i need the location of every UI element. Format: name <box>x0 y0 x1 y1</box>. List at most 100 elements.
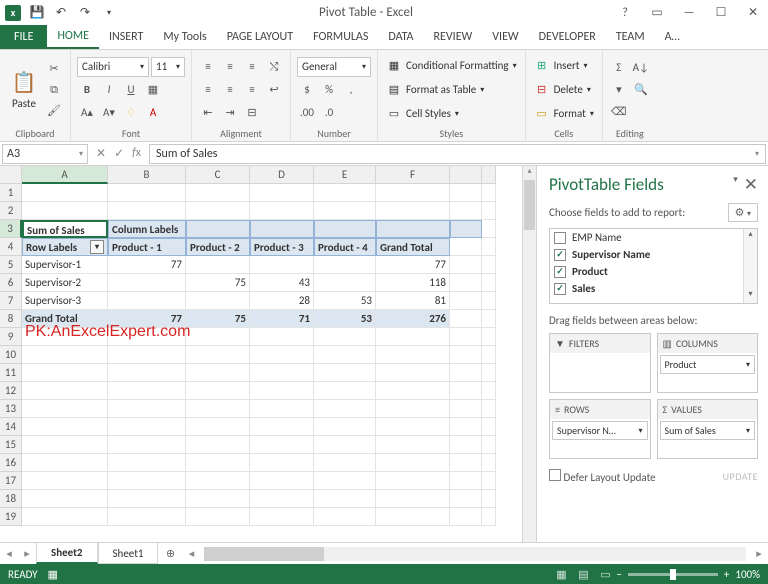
cell[interactable] <box>314 256 376 274</box>
cell[interactable] <box>314 328 376 346</box>
cell[interactable] <box>186 220 250 238</box>
cell[interactable] <box>186 382 250 400</box>
cell[interactable] <box>376 220 450 238</box>
defer-checkbox[interactable] <box>549 469 561 481</box>
field-checkbox[interactable]: ✓ <box>554 266 566 278</box>
cell[interactable] <box>186 400 250 418</box>
cell[interactable] <box>250 436 314 454</box>
cell[interactable] <box>186 202 250 220</box>
cell[interactable]: Sum of Sales <box>22 220 108 238</box>
fill-color-button[interactable]: ♢ <box>121 103 141 123</box>
align-right-icon[interactable]: ≡ <box>242 80 262 100</box>
cell[interactable]: Product - 4 <box>314 238 376 256</box>
font-color-button[interactable]: A <box>143 103 163 123</box>
cell[interactable] <box>482 184 496 202</box>
currency-button[interactable]: $ <box>297 80 317 100</box>
cell[interactable]: Supervisor-2 <box>22 274 108 292</box>
undo-button[interactable]: ↶ <box>50 2 72 24</box>
cell[interactable] <box>450 508 482 526</box>
font-name-select[interactable]: Calibri▾ <box>77 57 149 77</box>
format-painter-button[interactable]: 🖌 <box>44 101 64 121</box>
zoom-out-button[interactable]: − <box>616 568 621 581</box>
cell[interactable] <box>376 346 450 364</box>
clear-button[interactable]: ⌫ <box>609 102 629 122</box>
zoom-in-button[interactable]: + <box>724 568 729 581</box>
cell[interactable]: Product - 2 <box>186 238 250 256</box>
decrease-decimal-button[interactable]: .0 <box>319 103 339 123</box>
cell[interactable] <box>108 490 186 508</box>
cell[interactable] <box>450 418 482 436</box>
bold-button[interactable]: B <box>77 80 97 100</box>
tab-home[interactable]: HOME <box>47 25 99 49</box>
cell[interactable] <box>450 292 482 310</box>
cell[interactable] <box>376 400 450 418</box>
field-checkbox[interactable]: ✓ <box>554 249 566 261</box>
cell[interactable]: Column Labels▾ <box>108 220 186 238</box>
cell[interactable] <box>450 238 482 256</box>
cell[interactable] <box>250 328 314 346</box>
vertical-scrollbar[interactable]: ▴ <box>522 166 536 542</box>
cell[interactable] <box>22 382 108 400</box>
field-item[interactable]: EMP Name <box>550 229 757 246</box>
cell[interactable] <box>482 400 496 418</box>
cell[interactable] <box>314 202 376 220</box>
cell[interactable] <box>186 346 250 364</box>
grow-font-button[interactable]: A▴ <box>77 103 97 123</box>
cell[interactable] <box>108 346 186 364</box>
autosum-button[interactable]: Σ <box>609 58 629 78</box>
cell[interactable] <box>186 490 250 508</box>
cell[interactable] <box>108 508 186 526</box>
cell[interactable] <box>314 274 376 292</box>
comma-button[interactable]: , <box>341 80 361 100</box>
cell[interactable] <box>450 382 482 400</box>
cell[interactable] <box>108 454 186 472</box>
filters-area[interactable]: ▼FILTERS <box>549 333 651 393</box>
align-left-icon[interactable]: ≡ <box>198 80 218 100</box>
close-button[interactable]: ✕ <box>740 2 766 24</box>
cell[interactable] <box>450 202 482 220</box>
macro-record-icon[interactable]: ▦ <box>48 568 58 581</box>
cell[interactable] <box>482 454 496 472</box>
insert-cells-button[interactable]: ⊞Insert ▾ <box>532 55 596 77</box>
cell[interactable]: Supervisor-3 <box>22 292 108 310</box>
cell[interactable] <box>450 472 482 490</box>
number-format-select[interactable]: General▾ <box>297 57 371 77</box>
qat-customize[interactable]: ▾ <box>98 2 120 24</box>
cell[interactable] <box>108 202 186 220</box>
rows-chip[interactable]: Supervisor N…▾ <box>552 421 648 440</box>
cell[interactable] <box>482 436 496 454</box>
cell[interactable] <box>108 382 186 400</box>
orientation-button[interactable]: ⤭ <box>264 57 284 77</box>
cell[interactable] <box>482 238 496 256</box>
cell[interactable] <box>250 202 314 220</box>
delete-cells-button[interactable]: ⊟Delete ▾ <box>532 79 596 101</box>
format-cells-button[interactable]: ▭Format ▾ <box>532 103 596 125</box>
new-sheet-button[interactable]: ⊕ <box>158 543 182 564</box>
cell[interactable]: 53 <box>314 310 376 328</box>
cell[interactable] <box>482 220 496 238</box>
sort-filter-button[interactable]: A↓ <box>631 58 651 78</box>
cell[interactable] <box>314 436 376 454</box>
wrap-text-button[interactable]: ↩ <box>264 80 284 100</box>
cell[interactable] <box>250 490 314 508</box>
rows-area[interactable]: ≡ROWS Supervisor N…▾ <box>549 399 651 459</box>
minimize-button[interactable]: — <box>676 2 702 24</box>
field-checkbox[interactable]: ✓ <box>554 283 566 295</box>
cell[interactable] <box>376 418 450 436</box>
font-size-select[interactable]: 11▾ <box>151 57 185 77</box>
cell[interactable] <box>250 256 314 274</box>
cell[interactable] <box>450 256 482 274</box>
cell[interactable] <box>482 418 496 436</box>
cell[interactable] <box>314 472 376 490</box>
field-item[interactable]: ✓Supervisor Name <box>550 246 757 263</box>
save-button[interactable]: 💾 <box>26 2 48 24</box>
cell[interactable]: 43 <box>250 274 314 292</box>
cell[interactable]: Product - 3 <box>250 238 314 256</box>
cell[interactable] <box>450 328 482 346</box>
tab-view[interactable]: VIEW <box>482 25 528 49</box>
cell[interactable] <box>250 418 314 436</box>
percent-button[interactable]: % <box>319 80 339 100</box>
cell[interactable] <box>250 220 314 238</box>
increase-indent-button[interactable]: ⇥ <box>220 103 240 123</box>
cell[interactable] <box>186 256 250 274</box>
